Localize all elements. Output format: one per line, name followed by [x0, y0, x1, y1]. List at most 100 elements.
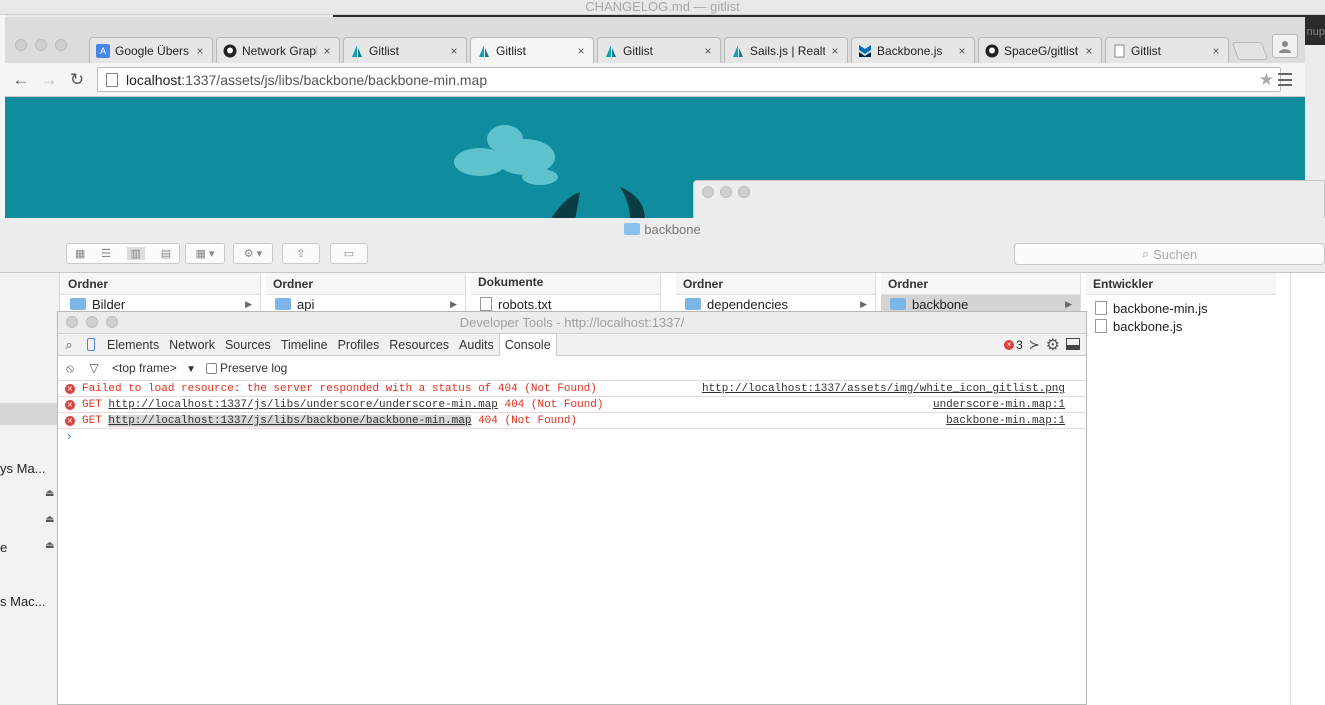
tab-gitlist-3[interactable]: Gitlist × — [597, 37, 721, 63]
message-suffix: 404 (Not Found) — [471, 415, 578, 427]
message-suffix: 404 (Not Found) — [497, 399, 604, 411]
tab-spaceg-gitlist[interactable]: SpaceG/gitlist × — [978, 37, 1102, 63]
close-tab-icon[interactable]: × — [702, 44, 714, 58]
error-icon: × — [65, 416, 75, 426]
reload-button[interactable]: ↻ — [67, 71, 87, 89]
sidebar-selected-row[interactable] — [0, 403, 60, 425]
close-tab-icon[interactable]: × — [1210, 44, 1222, 58]
tab-profiles[interactable]: Profiles — [333, 334, 385, 356]
column-view-icon[interactable]: ▥ — [126, 247, 145, 260]
device-mode-icon[interactable] — [80, 334, 102, 356]
finder-row[interactable]: backbone.js — [1086, 317, 1276, 335]
row-label: api — [297, 296, 315, 312]
tab-backbone[interactable]: Backbone.js × — [851, 37, 975, 63]
finder-row[interactable]: backbone-min.js — [1086, 299, 1276, 317]
js-file-icon — [1095, 301, 1107, 315]
chevron-right-icon: ▶ — [245, 298, 252, 309]
tab-strip: A Google Übers × Network Grapl × Gitlist… — [5, 17, 1305, 63]
error-count-icon[interactable]: × — [1004, 340, 1015, 350]
minimize-window-button[interactable] — [35, 39, 47, 51]
forward-button[interactable]: → — [39, 71, 59, 89]
preserve-log-checkbox[interactable] — [205, 362, 217, 374]
source-link[interactable]: backbone-min.map:1 — [946, 413, 1065, 429]
clear-console-icon[interactable]: ⦸ — [58, 361, 82, 376]
chrome-menu-button[interactable] — [1278, 73, 1292, 86]
search-icon[interactable]: ⌕ — [58, 334, 80, 356]
sidebar-item[interactable]: s Mac... — [0, 594, 60, 609]
icon-view-icon[interactable]: ▦ — [75, 247, 85, 260]
new-tab-button[interactable] — [1231, 42, 1269, 60]
frame-select[interactable]: <top frame> ▼ — [112, 361, 196, 375]
backbone-icon — [858, 44, 872, 58]
tab-label: Gitlist — [623, 43, 653, 58]
close-tab-icon[interactable]: × — [575, 44, 587, 58]
background-window-title: CHANGELOG.md — gitlist — [585, 0, 740, 14]
column-header: Ordner — [61, 273, 260, 295]
folder-icon — [890, 298, 906, 310]
eject-icon[interactable]: ⏏ — [45, 540, 54, 551]
close-tab-icon[interactable]: × — [956, 44, 968, 58]
message-url-link[interactable]: http://localhost:1337/js/libs/backbone/b… — [108, 415, 472, 427]
row-label: dependencies — [707, 296, 788, 312]
close-window-button[interactable] — [702, 186, 714, 198]
tab-resources[interactable]: Resources — [384, 334, 454, 356]
coverflow-view-icon[interactable]: ▤ — [161, 247, 171, 260]
tab-label: Backbone.js — [877, 43, 943, 58]
tab-sources[interactable]: Sources — [220, 334, 276, 356]
tab-network[interactable]: Network — [164, 334, 220, 356]
search-icon: ⌕ — [1141, 246, 1150, 261]
close-tab-icon[interactable]: × — [829, 44, 841, 58]
tags-button[interactable]: ▭ — [330, 243, 368, 264]
filter-icon[interactable]: ▽ — [82, 361, 106, 375]
row-label: backbone.js — [1113, 318, 1183, 334]
close-tab-icon[interactable]: × — [321, 44, 333, 58]
back-button[interactable]: ← — [11, 71, 31, 89]
show-drawer-icon[interactable]: ≻ — [1029, 337, 1040, 353]
error-count[interactable]: 3 — [1016, 338, 1023, 352]
tab-sails[interactable]: Sails.js | Realt × — [724, 37, 848, 63]
minimize-window-button[interactable] — [720, 186, 732, 198]
close-tab-icon[interactable]: × — [448, 44, 460, 58]
tab-google-translate[interactable]: A Google Übers × — [89, 37, 213, 63]
arrange-button[interactable]: ▦ ▾ — [185, 243, 225, 264]
action-button[interactable]: ⚙ ▾ — [233, 243, 273, 264]
folder-icon — [275, 298, 291, 310]
tab-timeline[interactable]: Timeline — [276, 334, 333, 356]
tab-elements[interactable]: Elements — [102, 334, 164, 356]
browser-toolbar: ← → ↻ localhost:1337/assets/js/libs/back… — [5, 63, 1305, 97]
finder-search-field[interactable]: ⌕ Suchen — [1014, 243, 1325, 265]
tab-console[interactable]: Console — [498, 333, 557, 356]
arrow-left-icon: ← — [12, 70, 30, 89]
console-prompt[interactable]: › — [58, 429, 1086, 445]
dock-icon[interactable] — [1066, 337, 1080, 353]
eject-icon[interactable]: ⏏ — [45, 514, 54, 525]
tab-network-graph[interactable]: Network Grapl × — [216, 37, 340, 63]
list-view-icon[interactable]: ☰ — [101, 247, 111, 260]
profile-button[interactable] — [1272, 34, 1298, 58]
tab-gitlist-active[interactable]: Gitlist × — [470, 37, 594, 63]
source-link[interactable]: http://localhost:1337/assets/img/white_i… — [702, 381, 1065, 397]
message-prefix: GET — [82, 415, 109, 427]
eject-icon[interactable]: ⏏ — [45, 488, 54, 499]
close-window-button[interactable] — [15, 39, 27, 51]
error-icon: × — [65, 400, 75, 410]
gear-icon[interactable]: ⚙ — [1046, 335, 1060, 355]
tab-audits[interactable]: Audits — [454, 334, 499, 356]
source-link[interactable]: underscore-min.map:1 — [933, 397, 1065, 413]
tab-gitlist-last[interactable]: Gitlist × — [1105, 37, 1229, 63]
close-tab-icon[interactable]: × — [194, 44, 206, 58]
page-icon — [1112, 44, 1126, 58]
sidebar-item[interactable]: ys Ma... — [0, 461, 60, 476]
chevron-right-icon: ▶ — [860, 298, 867, 309]
tab-label: SpaceG/gitlist — [1004, 43, 1079, 58]
share-button[interactable]: ⇧ — [282, 243, 320, 264]
zoom-window-button[interactable] — [55, 39, 67, 51]
bookmark-star-icon[interactable]: ★ — [1259, 70, 1274, 90]
finder-title: backbone — [644, 222, 701, 237]
message-url-link[interactable]: http://localhost:1337/js/libs/underscore… — [108, 399, 497, 411]
view-mode-segmented[interactable]: ▦ ☰ ▥ ▤ — [66, 243, 180, 264]
zoom-window-button[interactable] — [738, 186, 750, 198]
address-bar[interactable]: localhost:1337/assets/js/libs/backbone/b… — [97, 67, 1281, 92]
close-tab-icon[interactable]: × — [1083, 44, 1095, 58]
tab-gitlist-1[interactable]: Gitlist × — [343, 37, 467, 63]
